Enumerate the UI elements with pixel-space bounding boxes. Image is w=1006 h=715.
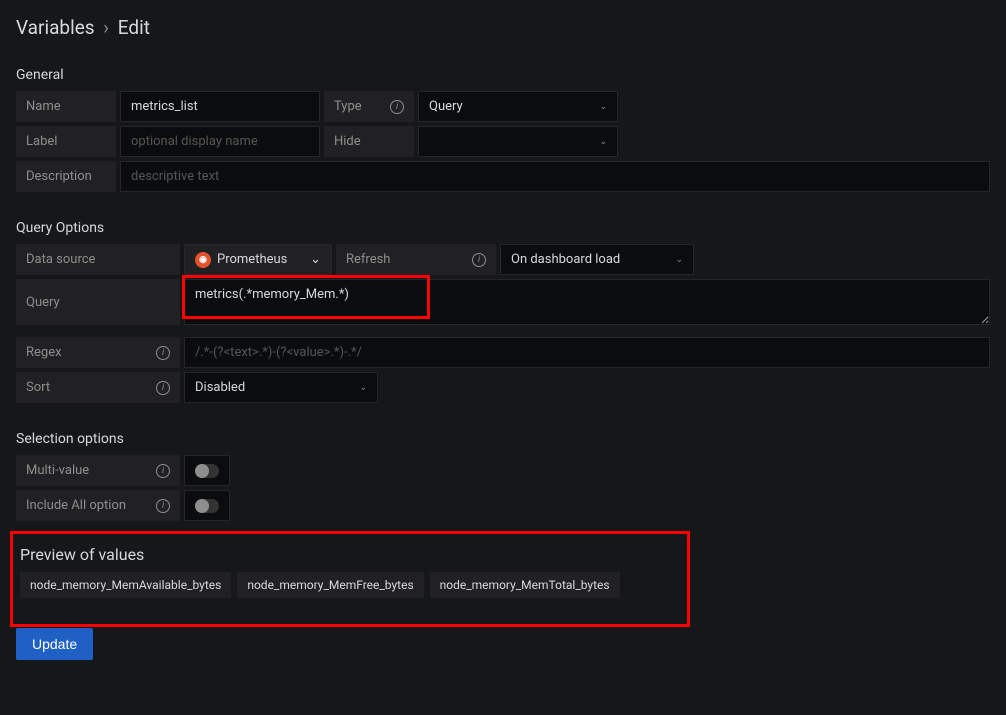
description-input[interactable] — [120, 161, 990, 192]
label-input[interactable] — [120, 126, 320, 157]
hide-select[interactable]: ⌄ — [418, 126, 618, 157]
includeall-label: Include All option i — [16, 490, 180, 521]
query-label: Query — [16, 279, 180, 325]
datasource-select[interactable]: ◉ Prometheus ⌄ — [184, 244, 332, 275]
section-selection-title: Selection options — [16, 431, 990, 447]
preview-values: node_memory_MemAvailable_bytes node_memo… — [20, 572, 986, 598]
breadcrumb-root[interactable]: Variables — [16, 16, 95, 39]
breadcrumb-separator: › — [103, 16, 109, 39]
info-icon[interactable]: i — [156, 464, 170, 478]
info-icon[interactable]: i — [156, 499, 170, 513]
type-label: Type i — [324, 91, 414, 122]
section-query-options-title: Query Options — [16, 220, 990, 236]
name-label: Name — [16, 91, 116, 122]
description-label: Description — [16, 161, 116, 192]
type-select[interactable]: Query ⌄ — [418, 91, 618, 122]
info-icon[interactable]: i — [390, 100, 404, 114]
chevron-down-icon: ⌄ — [310, 252, 321, 267]
chevron-down-icon: ⌄ — [675, 255, 683, 265]
section-preview-title: Preview of values — [20, 545, 986, 564]
chevron-down-icon: ⌄ — [599, 102, 607, 112]
info-icon[interactable]: i — [156, 346, 170, 360]
preview-chip: node_memory_MemTotal_bytes — [430, 572, 620, 598]
chevron-down-icon: ⌄ — [599, 137, 607, 147]
chevron-down-icon: ⌄ — [359, 383, 367, 393]
breadcrumb-current: Edit — [118, 16, 150, 39]
preview-chip: node_memory_MemAvailable_bytes — [20, 572, 231, 598]
query-input[interactable] — [184, 279, 990, 325]
refresh-label: Refresh i — [336, 244, 496, 275]
includeall-toggle[interactable] — [184, 490, 230, 521]
multivalue-label: Multi-value i — [16, 455, 180, 486]
name-input[interactable] — [120, 91, 320, 122]
section-general-title: General — [16, 67, 990, 83]
regex-input[interactable] — [184, 337, 990, 368]
sort-label: Sort i — [16, 372, 180, 403]
preview-chip: node_memory_MemFree_bytes — [237, 572, 423, 598]
refresh-select[interactable]: On dashboard load ⌄ — [500, 244, 694, 275]
datasource-label: Data source — [16, 244, 180, 275]
prometheus-icon: ◉ — [195, 252, 211, 268]
breadcrumb: Variables › Edit — [16, 16, 990, 39]
multivalue-toggle[interactable] — [184, 455, 230, 486]
info-icon[interactable]: i — [472, 253, 486, 267]
regex-label: Regex i — [16, 337, 180, 368]
info-icon[interactable]: i — [156, 381, 170, 395]
hide-label: Hide — [324, 126, 414, 157]
label-label: Label — [16, 126, 116, 157]
update-button[interactable]: Update — [16, 628, 93, 660]
sort-select[interactable]: Disabled ⌄ — [184, 372, 378, 403]
